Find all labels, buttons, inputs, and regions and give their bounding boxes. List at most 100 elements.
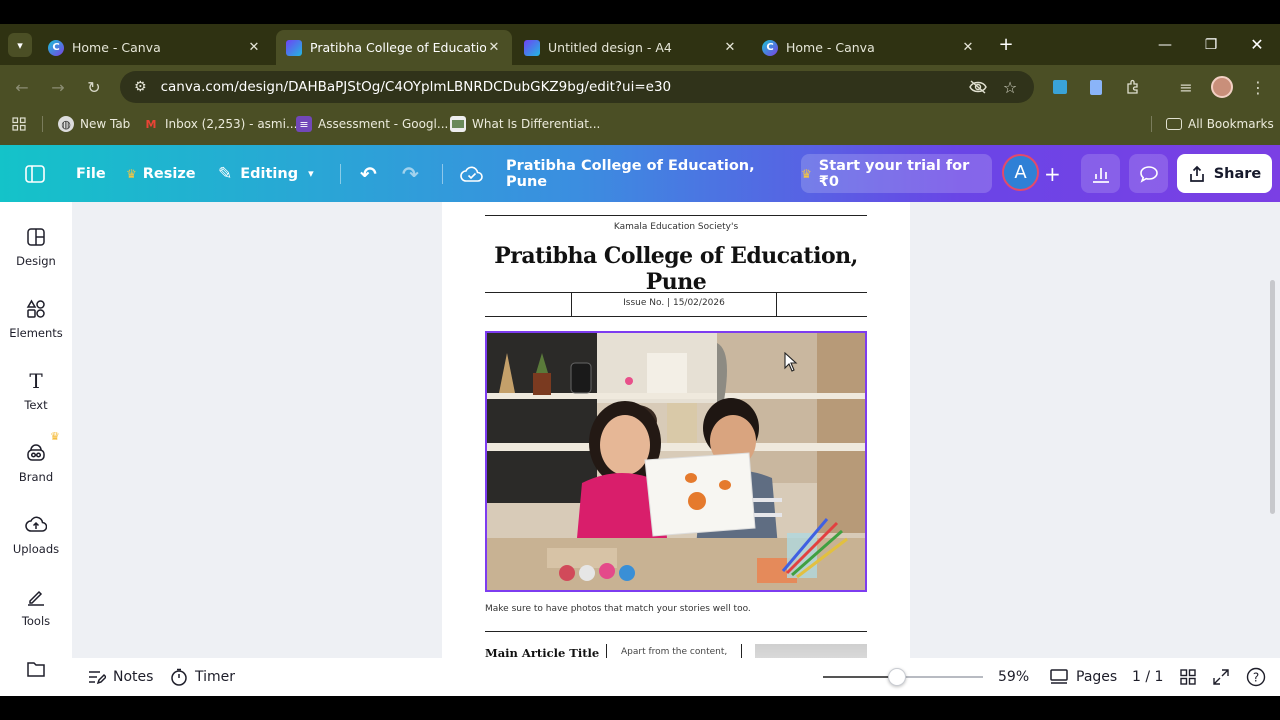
zoom-slider-handle[interactable] xyxy=(887,668,906,686)
children-painting-photo xyxy=(487,333,865,590)
globe-icon: ◍ xyxy=(58,116,74,132)
design-canvas[interactable]: Kamala Education Society's Pratibha Coll… xyxy=(72,202,1280,658)
tab-home-canva-2[interactable]: C Home - Canva ✕ xyxy=(752,30,986,65)
reload-icon[interactable]: ↻ xyxy=(78,65,110,109)
sidebar-item-tools[interactable]: Tools xyxy=(0,584,72,646)
invite-plus-icon[interactable]: + xyxy=(1044,145,1061,202)
site-info-icon[interactable]: ⚙ xyxy=(134,79,147,95)
sidebar-item-projects[interactable] xyxy=(0,656,72,696)
divider xyxy=(741,644,742,658)
pages-label: Pages xyxy=(1076,669,1118,685)
minimize-icon[interactable]: — xyxy=(1142,24,1188,65)
canvas-scrollbar[interactable] xyxy=(1270,280,1275,514)
share-button[interactable]: Share xyxy=(1177,154,1272,193)
crown-icon: ♛ xyxy=(126,166,137,181)
extensions-puzzle-icon[interactable] xyxy=(1117,65,1149,109)
window-close-icon[interactable]: ✕ xyxy=(1234,24,1280,65)
url-text: canva.com/design/DAHBaPJStOg/C4OYplmLBNR… xyxy=(160,79,672,95)
tab-title: Pratibha College of Education, Pune - Ca… xyxy=(310,40,486,55)
zoom-level[interactable]: 59% xyxy=(998,658,1029,696)
all-bookmarks[interactable]: All Bookmarks xyxy=(1166,109,1274,139)
browser-tab-strip: ▾ C Home - Canva ✕ Pratibha College of E… xyxy=(0,24,1280,65)
bookmark-differentiation[interactable]: What Is Differentiat... xyxy=(450,109,600,139)
newsletter-masthead[interactable]: Pratibha College of Education, Pune xyxy=(485,243,867,295)
bookmark-inbox[interactable]: M Inbox (2,253) - asmi... xyxy=(143,109,298,139)
comments-icon[interactable] xyxy=(1129,154,1168,193)
all-bookmarks-label: All Bookmarks xyxy=(1188,117,1274,131)
user-avatar[interactable]: A xyxy=(1002,154,1039,191)
resize-button[interactable]: ♛ Resize xyxy=(126,145,196,202)
sidebar-item-text[interactable]: T Text xyxy=(0,368,72,430)
screen-bottom-bar xyxy=(0,696,1280,720)
forward-arrow-icon[interactable]: → xyxy=(42,65,74,109)
restore-icon[interactable]: ❐ xyxy=(1188,24,1234,65)
close-icon[interactable]: ✕ xyxy=(960,40,976,55)
pages-button[interactable]: Pages xyxy=(1050,658,1117,696)
bookmark-new-tab[interactable]: ◍ New Tab xyxy=(58,109,130,139)
share-label: Share xyxy=(1213,165,1262,182)
zoom-value: 59% xyxy=(998,669,1030,685)
undo-icon[interactable]: ↶ xyxy=(360,145,377,202)
society-name[interactable]: Kamala Education Society's xyxy=(485,222,867,232)
extension-doc-icon[interactable] xyxy=(1080,65,1112,109)
apps-grid-icon[interactable] xyxy=(12,109,26,139)
redo-icon[interactable]: ↷ xyxy=(402,145,419,202)
timer-label: Timer xyxy=(195,669,236,685)
editor-sidebar: Design Elements T Text ♛ Brand Uploads T… xyxy=(0,202,72,696)
browser-menu-icon[interactable]: ⋮ xyxy=(1242,65,1274,109)
bookmark-star-icon[interactable]: ☆ xyxy=(994,65,1026,109)
resize-label: Resize xyxy=(142,165,196,182)
bookmark-label: What Is Differentiat... xyxy=(472,117,601,131)
tab-untitled-design[interactable]: Untitled design - A4 ✕ xyxy=(514,30,748,65)
timer-button[interactable]: Timer xyxy=(170,658,235,696)
extension-1-icon[interactable] xyxy=(1044,65,1076,109)
file-menu-button[interactable]: File xyxy=(76,145,106,202)
editing-label: Editing xyxy=(240,165,299,182)
eye-off-icon[interactable] xyxy=(962,65,994,109)
file-label: File xyxy=(76,165,106,182)
close-icon[interactable]: ✕ xyxy=(486,40,502,55)
new-tab-plus-icon[interactable]: + xyxy=(994,32,1018,56)
article-image-placeholder[interactable] xyxy=(755,644,867,658)
tab-search-icon[interactable]: ▾ xyxy=(8,33,32,57)
photo-caption[interactable]: Make sure to have photos that match your… xyxy=(485,604,751,614)
newsletter-photo[interactable] xyxy=(485,331,867,592)
grid-view-icon[interactable] xyxy=(1180,658,1196,696)
back-arrow-icon[interactable]: ← xyxy=(6,65,38,109)
help-icon[interactable]: ? xyxy=(1246,658,1266,696)
sidebar-item-uploads[interactable]: Uploads xyxy=(0,512,72,574)
sidebar-item-label: Elements xyxy=(9,326,63,340)
sidebar-item-brand[interactable]: ♛ Brand xyxy=(0,430,72,502)
bookmark-label: New Tab xyxy=(80,117,131,131)
browser-toolbar: ← → ↻ ⚙ canva.com/design/DAHBaPJStOg/C4O… xyxy=(0,65,1280,109)
close-icon[interactable]: ✕ xyxy=(722,40,738,55)
sidebar-item-elements[interactable]: Elements xyxy=(0,296,72,358)
canva-favicon-icon: C xyxy=(762,39,778,56)
profile-avatar[interactable] xyxy=(1206,65,1238,109)
tab-pratibha-college[interactable]: Pratibha College of Education, Pune - Ca… xyxy=(276,30,512,65)
toggle-sidebar-icon[interactable] xyxy=(24,145,46,202)
projects-icon xyxy=(24,656,48,682)
sidebar-item-design[interactable]: Design xyxy=(0,224,72,286)
design-page[interactable]: Kamala Education Society's Pratibha Coll… xyxy=(442,202,910,658)
divider xyxy=(485,215,867,216)
bookmark-assessment[interactable]: ≡ Assessment - Googl... xyxy=(296,109,448,139)
screen-top-bar xyxy=(0,0,1280,24)
editing-mode-button[interactable]: ✎ Editing ▾ xyxy=(218,145,314,202)
media-control-icon[interactable]: ≡ xyxy=(1170,65,1202,109)
page-counter[interactable]: 1 / 1 xyxy=(1132,658,1163,696)
cloud-saved-icon[interactable] xyxy=(460,145,484,202)
article-title[interactable]: Main Article Title xyxy=(485,646,599,658)
article-text[interactable]: Apart from the content, xyxy=(621,647,727,657)
address-bar[interactable]: ⚙ canva.com/design/DAHBaPJStOg/C4OYplmLB… xyxy=(120,71,1034,103)
fullscreen-icon[interactable] xyxy=(1213,658,1229,696)
close-icon[interactable]: ✕ xyxy=(246,40,262,55)
insights-chart-icon[interactable] xyxy=(1081,154,1120,193)
start-trial-button[interactable]: ♛ Start your trial for ₹0 xyxy=(801,154,992,193)
issue-info[interactable]: Issue No. | 15/02/2026 xyxy=(571,298,777,308)
canva-doc-favicon-icon xyxy=(524,39,540,56)
avatar-letter: A xyxy=(1014,162,1027,183)
notes-button[interactable]: Notes xyxy=(88,658,153,696)
tab-home-canva-1[interactable]: C Home - Canva ✕ xyxy=(38,30,272,65)
document-title[interactable]: Pratibha College of Education, Pune xyxy=(506,145,800,202)
